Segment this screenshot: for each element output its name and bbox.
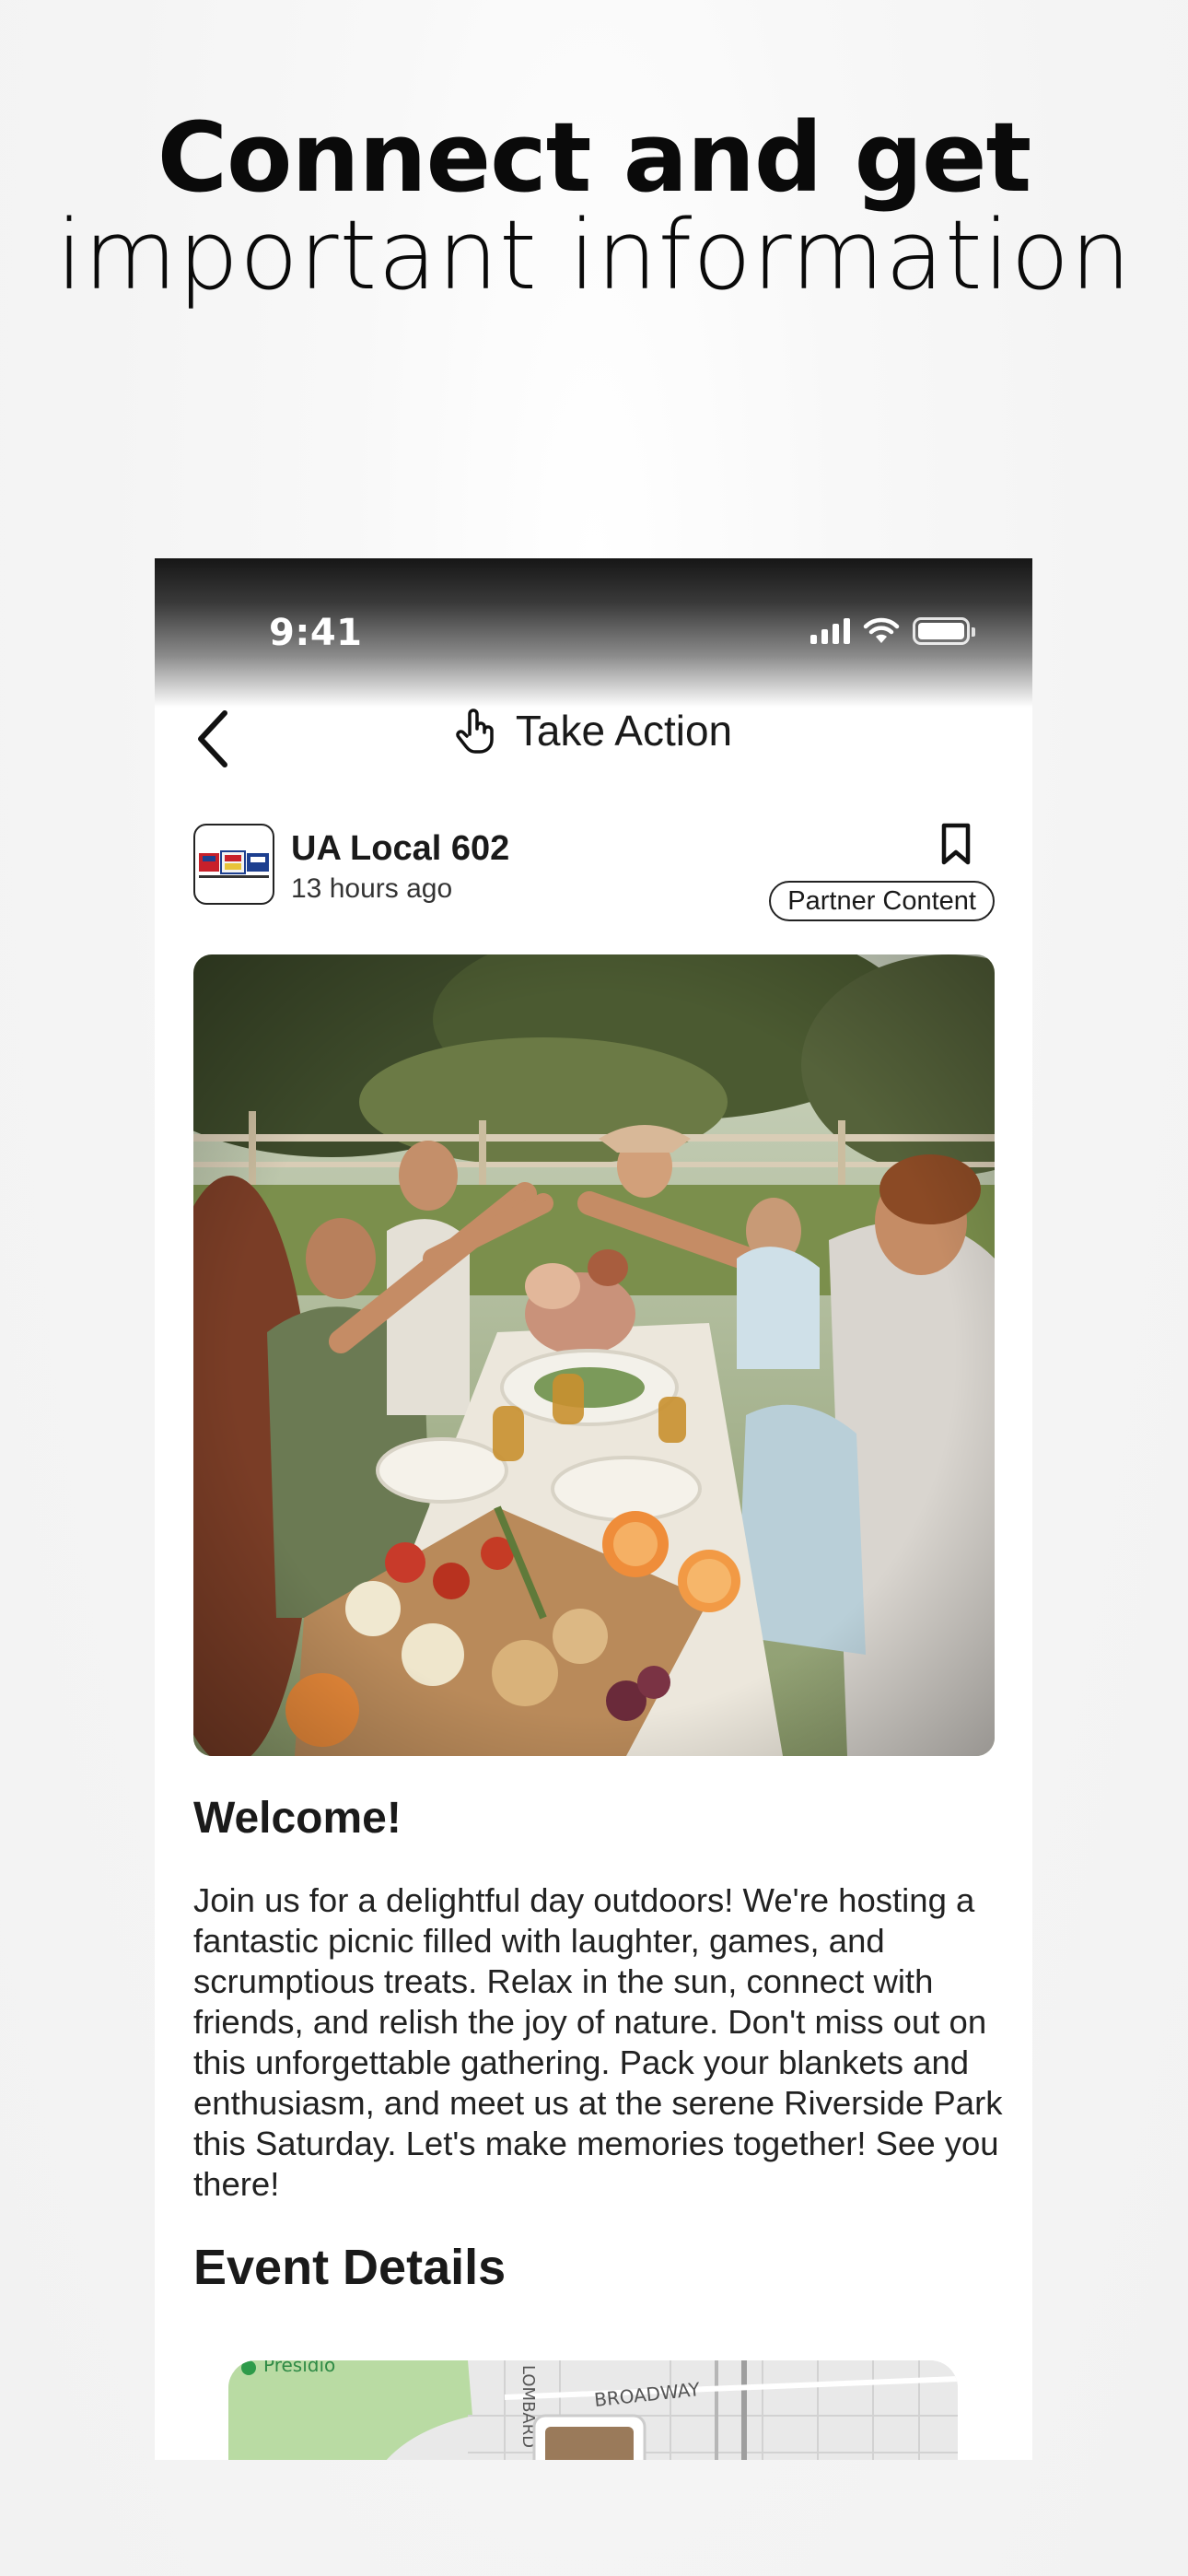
- post-timestamp: 13 hours ago: [291, 873, 453, 904]
- status-icons: [810, 617, 975, 645]
- hand-pointer-icon: [456, 708, 494, 754]
- bookmark-icon[interactable]: [938, 822, 974, 866]
- event-details-heading: Event Details: [193, 2240, 507, 2295]
- headline-line-2: important information: [55, 199, 1133, 312]
- post-title: Welcome!: [193, 1794, 402, 1843]
- event-map[interactable]: Presidio BROADWAY LOMBARD: [228, 2360, 958, 2460]
- nav-title: Take Action: [155, 706, 1032, 755]
- event-photo[interactable]: [193, 954, 995, 1756]
- wifi-icon: [863, 617, 900, 643]
- cellular-signal-icon: [810, 618, 850, 644]
- headline-line-1: Connect and get: [157, 101, 1032, 214]
- partner-content-badge: Partner Content: [769, 881, 995, 921]
- org-avatar[interactable]: [193, 824, 274, 905]
- headline: Connect and get important information: [0, 109, 1188, 304]
- battery-icon: [913, 617, 975, 645]
- post-header: UA Local 602 13 hours ago Partner Conten…: [193, 822, 995, 925]
- org-logo-icon: [199, 850, 269, 878]
- nav-title-text: Take Action: [515, 707, 733, 755]
- status-bar: 9:41: [155, 558, 1032, 708]
- status-time: 9:41: [269, 612, 363, 654]
- phone-screen: 9:41 Take Action UA Local 602 13 hours a…: [155, 558, 1032, 2460]
- org-name[interactable]: UA Local 602: [291, 829, 509, 869]
- map-label-presidio: Presidio: [263, 2360, 335, 2376]
- post-body: Join us for a delightful day outdoors! W…: [193, 1881, 1003, 2203]
